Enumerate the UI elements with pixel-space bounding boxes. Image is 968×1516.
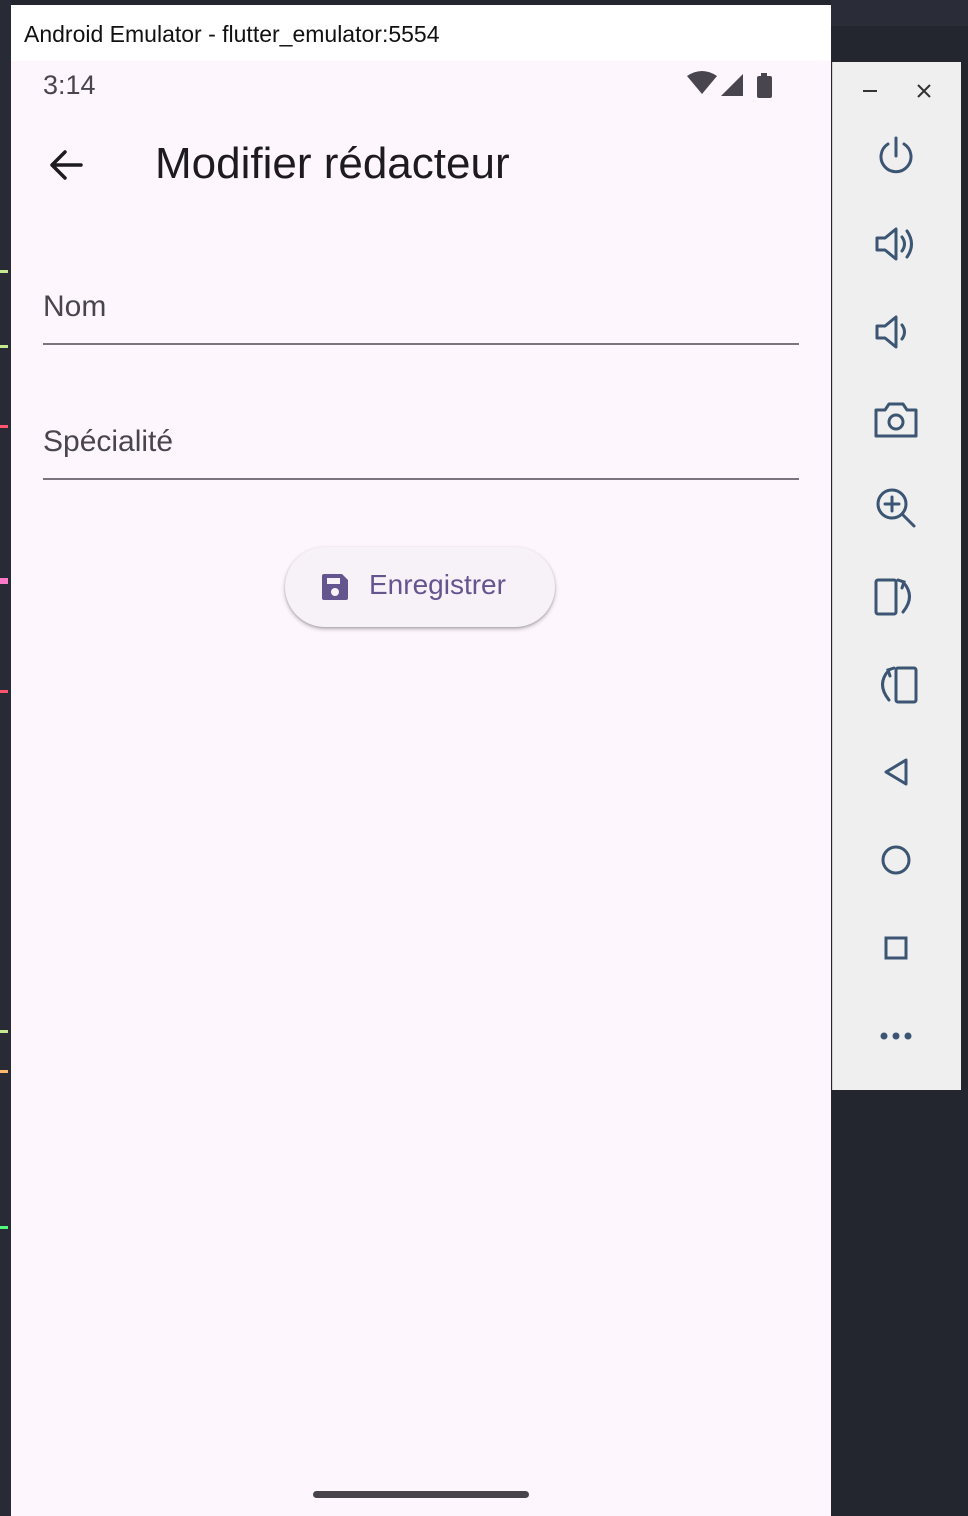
emulator-toolbar [832,62,961,1090]
background-window-strip [831,0,968,26]
nav-back-button[interactable] [870,746,922,798]
close-icon [917,84,931,98]
status-icons [687,70,787,100]
camera-icon [874,402,918,438]
more-button[interactable] [870,1010,922,1062]
rotate-left-icon [881,666,918,704]
volume-up-button[interactable] [870,218,922,270]
editor-mark [0,270,8,273]
window-title: Android Emulator - flutter_emulator:5554 [24,21,440,47]
window-title-bar[interactable]: Android Emulator - flutter_emulator:5554 [11,5,831,61]
emulator-window: Android Emulator - flutter_emulator:5554… [11,5,831,1516]
status-time: 3:14 [43,70,96,100]
editor-mark [0,578,8,584]
volume-down-icon [875,315,906,349]
save-icon [322,574,348,600]
minimize-button[interactable] [855,76,885,106]
nav-home-button[interactable] [870,834,922,886]
name-field[interactable] [43,273,799,345]
name-input[interactable] [43,273,799,341]
back-button[interactable] [41,139,93,191]
device-screen: 3:14 Modifier rédacteur Nom Spécialité E… [11,61,831,1516]
volume-down-button[interactable] [870,306,922,358]
overview-icon [884,936,908,960]
editor-mark [0,1030,8,1033]
arrow-back-icon [50,150,83,180]
back-icon [884,758,908,786]
specialty-input[interactable] [43,408,799,476]
nav-overview-button[interactable] [870,922,922,974]
home-icon [881,845,911,875]
rotate-left-button[interactable] [870,658,922,710]
save-button[interactable]: Enregistrer [285,547,555,627]
editor-mark [0,1226,8,1229]
close-button[interactable] [909,76,939,106]
editor-mark [0,345,8,348]
editor-mark [0,425,8,428]
volume-up-icon [875,227,913,261]
signal-icon [721,74,743,96]
wifi-icon [687,71,717,94]
power-icon [879,136,913,174]
rotate-right-icon [874,578,911,616]
battery-icon [757,73,772,98]
background-editor-edge [0,0,11,1516]
editor-mark [0,690,8,693]
status-icons-svg [687,71,772,98]
zoom-icon [876,488,916,528]
specialty-field[interactable] [43,408,799,480]
power-button[interactable] [870,130,922,182]
gesture-home-bar[interactable] [313,1491,529,1498]
zoom-button[interactable] [870,482,922,534]
editor-mark [0,1070,8,1073]
rotate-right-button[interactable] [870,570,922,622]
screenshot-button[interactable] [870,394,922,446]
page-title: Modifier rédacteur [155,139,510,188]
minimize-icon [863,90,877,92]
more-icon [880,1032,912,1040]
save-button-label: Enregistrer [369,569,506,600]
